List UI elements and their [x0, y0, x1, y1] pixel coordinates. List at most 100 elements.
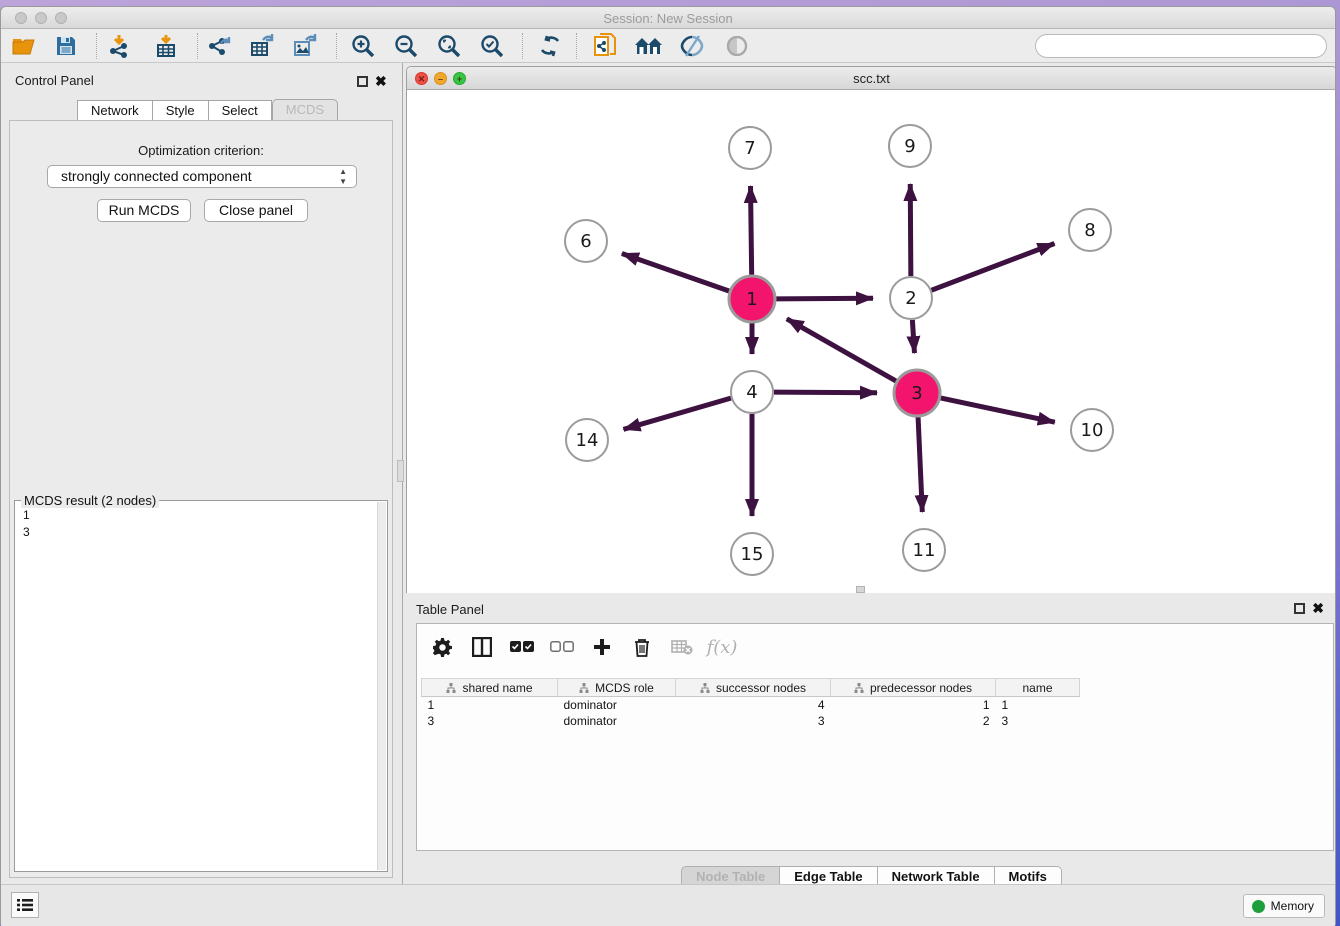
column-header-shared-name[interactable]: shared name: [422, 679, 558, 697]
edge-2-3[interactable]: [912, 320, 914, 353]
table-cell[interactable]: dominator: [558, 697, 676, 713]
optimization-criterion-select[interactable]: strongly connected component ▲▼: [47, 165, 357, 188]
node-label: 10: [1081, 420, 1104, 441]
edge-1-7[interactable]: [751, 186, 752, 275]
graph-node-2[interactable]: 2: [890, 277, 932, 319]
column-header-MCDS-role[interactable]: MCDS role: [558, 679, 676, 697]
save-session-icon[interactable]: [47, 31, 85, 61]
close-panel-button[interactable]: Close panel: [204, 199, 308, 222]
column-header-predecessor-nodes[interactable]: predecessor nodes: [831, 679, 996, 697]
network-resize-handle[interactable]: [856, 586, 865, 593]
graph-node-9[interactable]: 9: [889, 125, 931, 167]
edge-1-2[interactable]: [776, 298, 873, 299]
export-image-icon[interactable]: [286, 31, 324, 61]
eye-icon[interactable]: [718, 31, 756, 61]
float-panel-icon[interactable]: [357, 76, 368, 87]
select-all-icon[interactable]: [509, 634, 535, 660]
mcds-result-line: 3: [23, 524, 30, 541]
graph-node-1[interactable]: 1: [729, 276, 775, 322]
duplicate-network-icon[interactable]: [586, 31, 624, 61]
import-table-icon[interactable]: [147, 31, 185, 61]
edge-2-8[interactable]: [932, 243, 1055, 290]
close-table-panel-icon[interactable]: ✖: [1312, 602, 1324, 614]
graph-node-14[interactable]: 14: [566, 419, 608, 461]
edge-3-10[interactable]: [940, 398, 1054, 422]
home-icon[interactable]: [630, 31, 668, 61]
table-row[interactable]: 3dominator323: [422, 713, 1080, 729]
task-history-button[interactable]: [11, 892, 39, 918]
app-title: Session: New Session: [1, 11, 1335, 26]
tab-network[interactable]: Network: [77, 100, 153, 121]
sort-icon: [579, 683, 589, 693]
graph-node-10[interactable]: 10: [1071, 409, 1113, 451]
graph-node-3[interactable]: 3: [894, 370, 940, 416]
search-input[interactable]: [1035, 34, 1327, 58]
edge-3-1[interactable]: [787, 319, 896, 381]
table-cell[interactable]: 3: [422, 713, 558, 729]
open-session-icon[interactable]: [5, 31, 43, 61]
export-network-icon[interactable]: [200, 31, 238, 61]
table-row[interactable]: 1dominator411: [422, 697, 1080, 713]
close-panel-icon[interactable]: ✖: [375, 75, 387, 87]
zoom-out-icon[interactable]: [387, 31, 425, 61]
network-view-titlebar[interactable]: ✕ – + scc.txt: [407, 67, 1336, 90]
column-layout-icon[interactable]: [469, 634, 495, 660]
zoom-fit-icon[interactable]: [430, 31, 468, 61]
column-header-successor-nodes[interactable]: successor nodes: [676, 679, 831, 697]
add-column-icon[interactable]: [589, 634, 615, 660]
zoom-selected-icon[interactable]: [473, 31, 511, 61]
export-table-icon[interactable]: [243, 31, 281, 61]
table-cell[interactable]: 1: [831, 697, 996, 713]
network-canvas[interactable]: 7 9 6 8 1 2 4 3 14 10 15 11: [407, 90, 1336, 593]
edge-4-14[interactable]: [623, 398, 730, 429]
graph-node-15[interactable]: 15: [731, 533, 773, 575]
node-label: 11: [913, 540, 936, 561]
edge-3-11[interactable]: [918, 417, 922, 512]
graph-node-6[interactable]: 6: [565, 220, 607, 262]
run-mcds-button[interactable]: Run MCDS: [97, 199, 191, 222]
node-label: 8: [1084, 220, 1095, 241]
tab-mcds[interactable]: MCDS: [272, 99, 338, 121]
sort-icon: [854, 683, 864, 693]
node-table-header: shared nameMCDS rolesuccessor nodesprede…: [422, 679, 1080, 697]
node-label: 7: [744, 138, 755, 159]
memory-button[interactable]: Memory: [1243, 894, 1325, 918]
delete-table-icon[interactable]: [669, 634, 695, 660]
graph-node-8[interactable]: 8: [1069, 209, 1111, 251]
float-table-panel-icon[interactable]: [1294, 603, 1305, 614]
node-label: 4: [746, 382, 757, 403]
table-cell[interactable]: 3: [996, 713, 1080, 729]
table-cell[interactable]: 2: [831, 713, 996, 729]
mcds-result-scrollbar[interactable]: [377, 502, 386, 870]
network-graph: 7 9 6 8 1 2 4 3 14 10 15 11: [407, 90, 1336, 593]
deselect-all-icon[interactable]: [549, 634, 575, 660]
zoom-in-icon[interactable]: [344, 31, 382, 61]
graph-node-11[interactable]: 11: [903, 529, 945, 571]
edge-2-9[interactable]: [910, 184, 911, 276]
tab-select[interactable]: Select: [209, 100, 272, 121]
control-panel: Control Panel ✖ Network Style Select MCD…: [1, 63, 403, 885]
function-builder-icon[interactable]: f(x): [709, 634, 735, 660]
optimization-criterion-label: Optimization criterion:: [10, 143, 392, 158]
tab-style[interactable]: Style: [153, 100, 209, 121]
sort-icon: [446, 683, 456, 693]
table-cell[interactable]: 1: [996, 697, 1080, 713]
column-header-name[interactable]: name: [996, 679, 1080, 697]
delete-column-icon[interactable]: [629, 634, 655, 660]
table-cell[interactable]: 4: [676, 697, 831, 713]
import-network-icon[interactable]: [100, 31, 138, 61]
table-cell[interactable]: 1: [422, 697, 558, 713]
style-toggle-icon[interactable]: [673, 31, 711, 61]
edge-1-6[interactable]: [622, 254, 729, 292]
gear-icon[interactable]: [429, 634, 455, 660]
graph-node-7[interactable]: 7: [729, 127, 771, 169]
chevron-updown-icon: ▲▼: [339, 167, 347, 187]
panel-divider-grip[interactable]: [397, 460, 404, 482]
graph-node-4[interactable]: 4: [731, 371, 773, 413]
edge-4-3[interactable]: [774, 392, 877, 393]
table-cell[interactable]: dominator: [558, 713, 676, 729]
control-panel-tabs: Network Style Select MCDS: [77, 99, 338, 121]
table-cell[interactable]: 3: [676, 713, 831, 729]
refresh-layout-icon[interactable]: [531, 31, 569, 61]
app-window: Session: New Session: [0, 6, 1336, 926]
